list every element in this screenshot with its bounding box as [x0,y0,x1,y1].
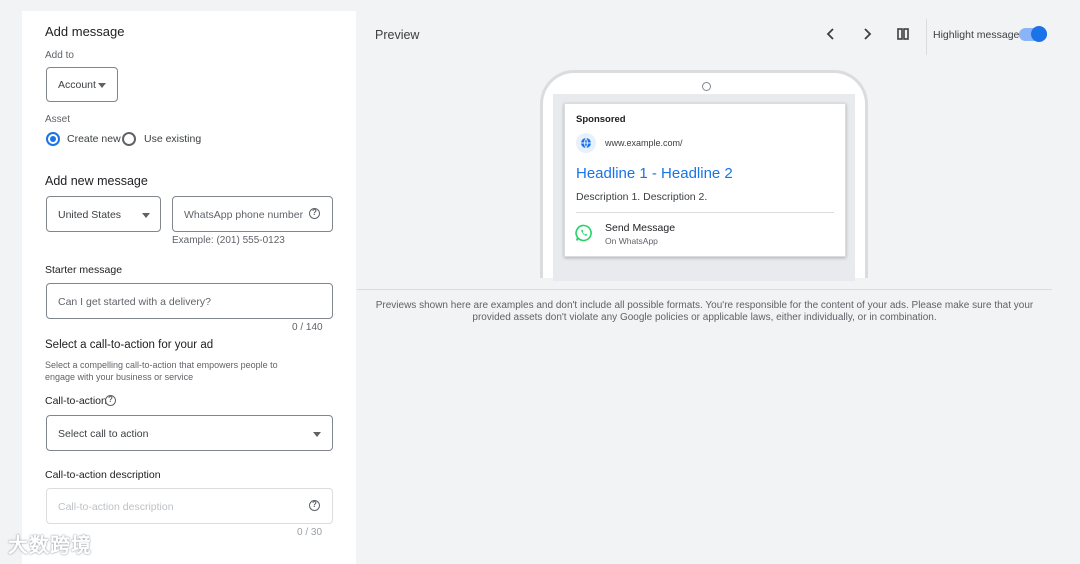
watermark-logo: 大数跨境 [8,535,92,557]
caret-down-icon [98,83,106,88]
sponsored-label: Sponsored [576,114,626,125]
help-icon[interactable]: ? [309,208,320,219]
starter-message-label: Starter message [45,264,123,276]
cta-label: Call-to-action [45,395,107,407]
cta-section-desc-line2: engage with your business or service [45,372,194,382]
starter-message-input[interactable]: Can I get started with a delivery? [46,283,333,319]
header-divider [926,19,927,55]
phone-screen: Sponsored www.example.com/ Headline 1 - … [553,94,855,281]
ad-headline: Headline 1 - Headline 2 [576,165,733,182]
ad-divider [576,212,834,213]
radio-create-new[interactable] [46,132,60,146]
cta-select-value: Select call to action [58,428,149,440]
cta-desc-placeholder: Call-to-action description [58,501,174,513]
phone-example: Example: (201) 555-0123 [172,235,285,246]
country-dropdown[interactable]: United States [46,196,161,232]
caret-down-icon [142,213,150,218]
highlight-toggle-knob[interactable] [1031,26,1047,42]
ad-preview-card: Sponsored www.example.com/ Headline 1 - … [564,103,846,257]
ad-url: www.example.com/ [605,138,683,148]
preview-title: Preview [375,28,420,42]
cta-select[interactable]: Select call to action [46,415,333,451]
starter-message-counter: 0 / 140 [292,322,323,333]
add-message-title: Add message [45,24,125,39]
country-value: United States [58,209,122,221]
cta-description-input[interactable]: Call-to-action description ? [46,488,333,524]
ad-description: Description 1. Description 2. [576,191,708,203]
preview-disclaimer: Previews shown here are examples and don… [375,300,1034,323]
split-view-icon[interactable] [897,28,909,40]
globe-icon [576,133,596,153]
starter-message-placeholder: Can I get started with a delivery? [58,296,211,308]
help-icon[interactable]: ? [309,500,320,511]
highlight-message-label: Highlight message [933,29,1020,41]
whatsapp-icon [575,224,592,242]
caret-down-icon [313,432,321,437]
preview-divider [357,289,1052,290]
radio-use-existing[interactable] [122,132,136,146]
chevron-right-icon[interactable] [862,28,872,40]
whatsapp-phone-input[interactable]: WhatsApp phone number ? [172,196,333,232]
phone-mockup: Sponsored www.example.com/ Headline 1 - … [540,70,868,281]
ad-cta: Send Message [605,222,676,234]
cta-desc-counter: 0 / 30 [297,527,323,538]
cta-section-desc-line1: Select a compelling call-to-action that … [45,360,278,370]
cta-section-title: Select a call-to-action for your ad [45,339,214,351]
phone-camera [702,82,711,91]
use-existing-label[interactable]: Use existing [144,133,201,145]
chevron-left-icon[interactable] [826,28,836,40]
create-new-label[interactable]: Create new [67,133,121,145]
help-icon[interactable]: ? [105,395,116,406]
add-message-panel: Add message Add to Account Asset Create … [22,11,356,564]
asset-label: Asset [45,114,71,125]
preview-panel: Preview Highlight message Sponsored www.… [357,11,1052,564]
phone-placeholder: WhatsApp phone number [184,209,304,221]
add-to-label: Add to [45,50,74,61]
cta-desc-label: Call-to-action description [45,469,161,481]
ad-cta-sub: On WhatsApp [605,236,658,246]
add-new-message-title: Add new message [45,174,148,188]
add-to-value: Account [58,79,96,91]
add-to-dropdown[interactable]: Account [46,67,118,102]
